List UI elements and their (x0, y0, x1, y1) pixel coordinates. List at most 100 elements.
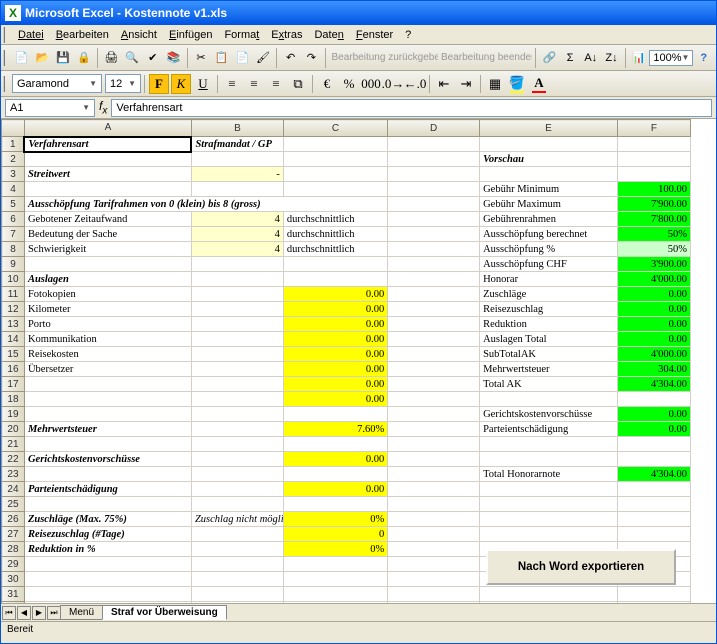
increase-decimal-button[interactable]: .0→ (383, 74, 403, 94)
row-header[interactable]: 23 (2, 467, 25, 482)
cell-F14[interactable]: 0.00 (617, 332, 690, 347)
cell-E16[interactable]: Mehrwertsteuer (480, 362, 618, 377)
cell-C12[interactable]: 0.00 (283, 302, 387, 317)
cell-B28[interactable] (191, 542, 283, 557)
cell-C11[interactable]: 0.00 (283, 287, 387, 302)
cell-E7[interactable]: Ausschöpfung berechnet (480, 227, 618, 242)
cell-E14[interactable]: Auslagen Total (480, 332, 618, 347)
cell-E25[interactable] (480, 497, 618, 512)
cell-C30[interactable] (283, 572, 387, 587)
cell-F32[interactable] (617, 602, 690, 604)
hyperlink-button[interactable]: 🔗 (540, 47, 559, 69)
cell-B7[interactable]: 4 (191, 227, 283, 242)
cell-A9[interactable] (24, 257, 191, 272)
cell-E1[interactable] (480, 137, 618, 152)
cell-F19[interactable]: 0.00 (617, 407, 690, 422)
cell-F23[interactable]: 4'304.00 (617, 467, 690, 482)
cell-D32[interactable] (388, 602, 480, 604)
cell-A14[interactable]: Kommunikation (24, 332, 191, 347)
decrease-indent-button[interactable]: ⇤ (434, 74, 454, 94)
cell-D23[interactable] (388, 467, 480, 482)
cell-D31[interactable] (388, 587, 480, 602)
cell-E10[interactable]: Honorar (480, 272, 618, 287)
cell-B17[interactable] (191, 377, 283, 392)
font-name-combo[interactable]: Garamond▼ (12, 74, 102, 93)
cell-F22[interactable] (617, 452, 690, 467)
cell-A21[interactable] (24, 437, 191, 452)
cell-E22[interactable] (480, 452, 618, 467)
row-header[interactable]: 24 (2, 482, 25, 497)
cell-D21[interactable] (388, 437, 480, 452)
spelling-button[interactable]: ✔ (143, 47, 162, 69)
cell-C2[interactable] (283, 152, 387, 167)
cell-F17[interactable]: 4'304.00 (617, 377, 690, 392)
cell-C27[interactable]: 0 (283, 527, 387, 542)
tab-first-button[interactable]: ⏮ (2, 606, 16, 620)
cell-B21[interactable] (191, 437, 283, 452)
grip-icon[interactable] (3, 27, 9, 43)
cell-D5[interactable] (388, 197, 480, 212)
cell-B14[interactable] (191, 332, 283, 347)
cell-B4[interactable] (191, 182, 283, 197)
menu-bearbeiten[interactable]: Bearbeiten (50, 27, 115, 43)
cell-D30[interactable] (388, 572, 480, 587)
cell-F31[interactable] (617, 587, 690, 602)
cell-C3[interactable] (283, 167, 387, 182)
cell-A6[interactable]: Gebotener Zeitaufwand (24, 212, 191, 227)
print-button[interactable]: 🖨 (102, 47, 121, 69)
cell-D6[interactable] (388, 212, 480, 227)
sheet-tab-active[interactable]: Straf vor Überweisung (102, 605, 227, 620)
cell-F20[interactable]: 0.00 (617, 422, 690, 437)
row-header[interactable]: 28 (2, 542, 25, 557)
formula-bar[interactable]: Verfahrensart (111, 99, 712, 117)
row-header[interactable]: 4 (2, 182, 25, 197)
percent-button[interactable]: % (339, 74, 359, 94)
cell-A7[interactable]: Bedeutung der Sache (24, 227, 191, 242)
align-left-button[interactable]: ≡ (222, 74, 242, 94)
cell-C24[interactable]: 0.00 (283, 482, 387, 497)
cell-F1[interactable] (617, 137, 690, 152)
cell-C8[interactable]: durchschnittlich (283, 242, 387, 257)
cell-C4[interactable] (283, 182, 387, 197)
zoom-combo[interactable]: 100%▼ (649, 50, 693, 66)
cell-E8[interactable]: Ausschöpfung % (480, 242, 618, 257)
row-header[interactable]: 30 (2, 572, 25, 587)
toolbar-text-1[interactable]: Bearbeitung zurückgeben… (329, 52, 439, 63)
cell-E15[interactable]: SubTotalAK (480, 347, 618, 362)
cell-D8[interactable] (388, 242, 480, 257)
cell-D9[interactable] (388, 257, 480, 272)
cell-A18[interactable] (24, 392, 191, 407)
cell-A28[interactable]: Reduktion in % (24, 542, 191, 557)
cell-A32[interactable] (24, 602, 191, 604)
permissions-button[interactable]: 🔒 (74, 47, 93, 69)
row-header[interactable]: 29 (2, 557, 25, 572)
cell-E31[interactable] (480, 587, 618, 602)
font-color-button[interactable]: A (529, 74, 549, 94)
row-header[interactable]: 16 (2, 362, 25, 377)
help-button[interactable]: ? (694, 47, 713, 69)
cell-B29[interactable] (191, 557, 283, 572)
cell-A31[interactable] (24, 587, 191, 602)
cell-E27[interactable] (480, 527, 618, 542)
cell-D29[interactable] (388, 557, 480, 572)
cell-D25[interactable] (388, 497, 480, 512)
cell-A5[interactable]: Ausschöpfung Tarifrahmen von 0 (klein) b… (24, 197, 387, 212)
menu-extras[interactable]: Extras (265, 27, 308, 43)
worksheet-grid[interactable]: ABCDEF1VerfahrensartStrafmandat / GP2Vor… (1, 119, 716, 603)
cell-E32[interactable] (480, 602, 618, 604)
cell-A24[interactable]: Parteientschädigung (24, 482, 191, 497)
menu-help[interactable]: ? (399, 27, 417, 43)
format-painter-button[interactable]: 🖌 (254, 47, 273, 69)
row-header[interactable]: 11 (2, 287, 25, 302)
cell-F3[interactable] (617, 167, 690, 182)
cell-B3[interactable]: - (191, 167, 283, 182)
cell-C13[interactable]: 0.00 (283, 317, 387, 332)
cell-D18[interactable] (388, 392, 480, 407)
fill-color-button[interactable]: 🪣 (507, 74, 527, 94)
menu-ansicht[interactable]: Ansicht (115, 27, 163, 43)
col-header-F[interactable]: F (617, 120, 690, 137)
paste-button[interactable]: 📄 (233, 47, 252, 69)
cell-C14[interactable]: 0.00 (283, 332, 387, 347)
cell-F8[interactable]: 50% (617, 242, 690, 257)
cell-C17[interactable]: 0.00 (283, 377, 387, 392)
